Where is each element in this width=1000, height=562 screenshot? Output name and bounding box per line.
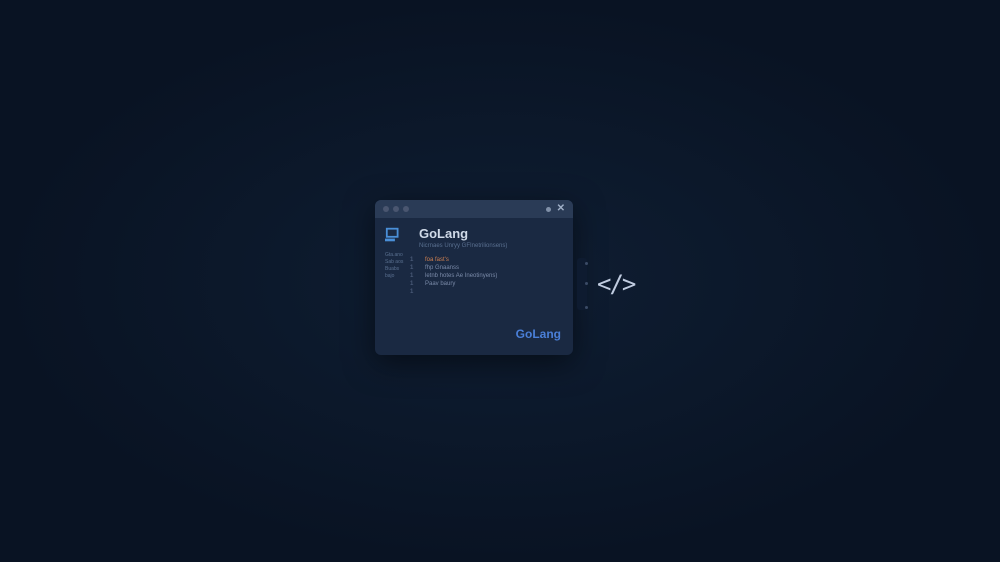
- left-panel: Gta.ano Sab aos Buabs bajo: [385, 226, 409, 280]
- titlebar-right-controls: ✕: [546, 204, 565, 214]
- close-icon[interactable]: ✕: [557, 204, 565, 214]
- traffic-light-maximize[interactable]: [403, 206, 409, 212]
- line-number: 1: [410, 256, 413, 264]
- code-editor-content[interactable]: foa fast's fhp Gnaanss letnb hotes Ae In…: [425, 256, 497, 288]
- line-number: 1: [410, 272, 413, 280]
- footer-logo: GoLang: [516, 327, 561, 341]
- line-number: 1: [410, 264, 413, 272]
- sidebar-item[interactable]: Gta.ano: [385, 252, 403, 259]
- code-editor-window: ✕ Gta.ano Sab aos Buabs bajo GoLang Nicr…: [375, 200, 573, 355]
- window-titlebar: ✕: [375, 200, 573, 218]
- traffic-light-minimize[interactable]: [393, 206, 399, 212]
- code-line: foa fast's: [425, 256, 497, 264]
- code-line: letnb hotes Ae Ineotinyens): [425, 272, 497, 280]
- line-number: 1: [410, 288, 413, 296]
- sidebar-item[interactable]: Buabs: [385, 266, 403, 273]
- code-line: fhp Gnaanss: [425, 264, 497, 272]
- code-line: Paav baury: [425, 280, 497, 288]
- code-tag-icon: </>: [597, 270, 634, 298]
- app-subtitle: Nicrnaes Unryy GFInetrilionsens): [419, 243, 507, 249]
- connector-graphic: [573, 258, 591, 312]
- traffic-light-close[interactable]: [383, 206, 389, 212]
- app-title: GoLang: [419, 226, 507, 242]
- line-number-gutter: 1 1 1 1 1: [410, 256, 413, 296]
- status-dot-icon: [546, 207, 551, 212]
- traffic-lights: [383, 206, 409, 212]
- sidebar-item[interactable]: bajo: [385, 273, 403, 280]
- line-number: 1: [410, 280, 413, 288]
- app-icon: [385, 226, 403, 244]
- sidebar-item[interactable]: Sab aos: [385, 259, 403, 266]
- sidebar-items: Gta.ano Sab aos Buabs bajo: [385, 252, 403, 280]
